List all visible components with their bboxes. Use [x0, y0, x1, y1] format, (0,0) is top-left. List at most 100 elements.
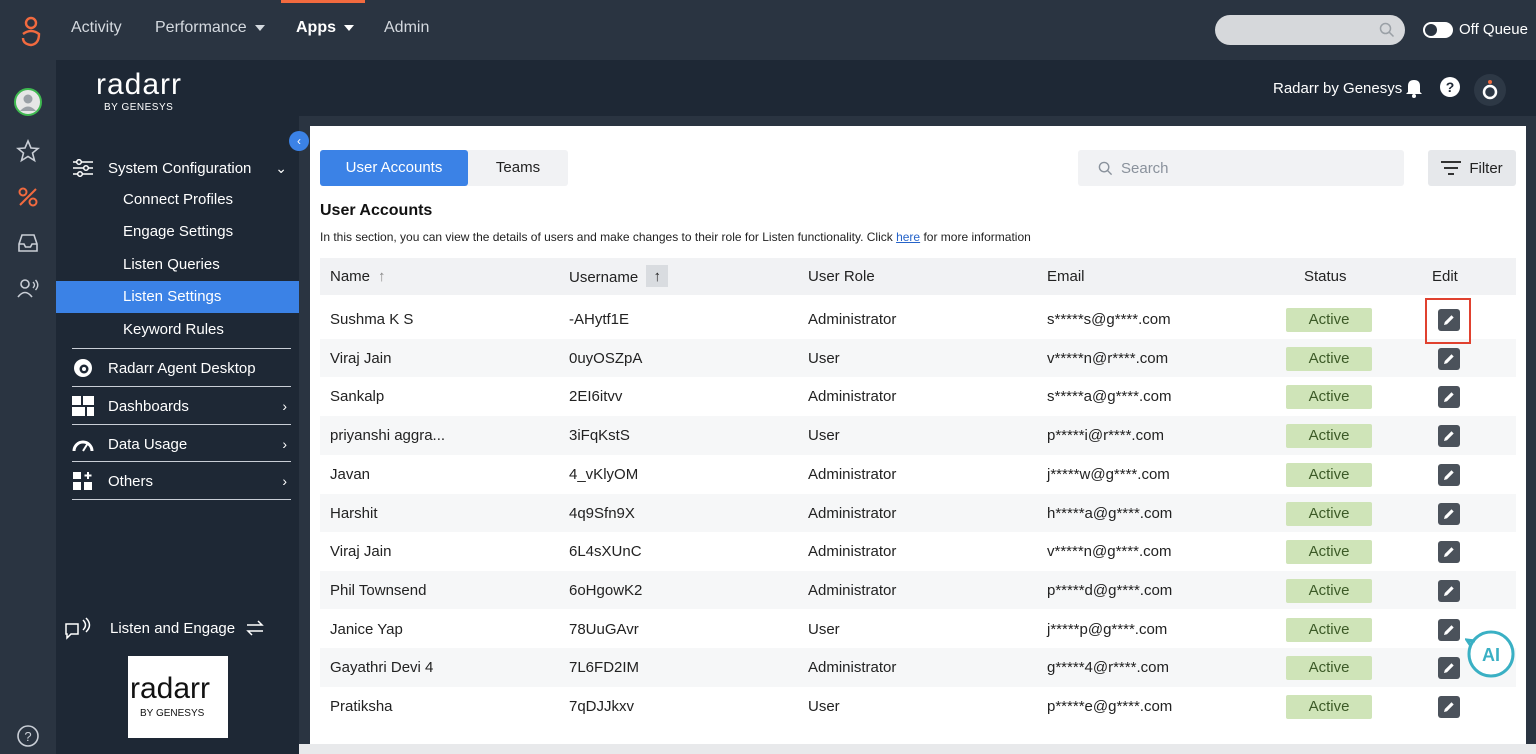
chevron-down-icon: ⌄ [275, 159, 287, 176]
nav-active-indicator [281, 0, 365, 3]
cell-username: 0uyOSZpA [569, 349, 643, 367]
listen-engage-icon [65, 617, 91, 640]
ai-assistant-icon[interactable]: AI [1465, 628, 1517, 680]
cell-username: 4_vKlyOM [569, 465, 639, 483]
header-title: Radarr by Genesys [1273, 80, 1403, 97]
search-input[interactable]: Search [1078, 150, 1404, 186]
table-row: Sankalp 2EI6itvv Administrator s*****a@g***… [320, 377, 1516, 416]
edit-button[interactable] [1438, 696, 1460, 718]
cell-user-role: Administrator [808, 543, 897, 561]
global-search-input[interactable] [1215, 15, 1405, 45]
avatar[interactable] [14, 88, 42, 116]
filter-button[interactable]: Filter [1428, 150, 1516, 186]
gauge-icon [72, 433, 94, 455]
status-badge: Active [1286, 462, 1372, 487]
apps-plus-icon [72, 470, 94, 492]
help-circle-icon[interactable]: ? [1439, 76, 1461, 98]
edit-button[interactable] [1438, 425, 1460, 448]
listen-engage-switcher[interactable]: Listen and Engage [64, 616, 265, 640]
tab-teams[interactable]: Teams [468, 150, 568, 186]
sidebar-dashboards[interactable]: Dashboards › [72, 394, 291, 418]
cell-email: j*****w@g****.com [1047, 465, 1170, 483]
column-edit-label: Edit [1432, 268, 1458, 285]
sidebar-others[interactable]: Others › [72, 469, 291, 493]
edit-button[interactable] [1438, 502, 1460, 525]
cell-username: 2EI6itvv [569, 388, 623, 406]
edit-button[interactable] [1438, 657, 1460, 680]
sidebar-item-engage-settings[interactable]: Engage Settings [56, 216, 299, 248]
chevron-down-icon [254, 25, 265, 31]
edit-button[interactable] [1438, 463, 1460, 486]
inbox-icon[interactable] [16, 231, 40, 255]
star-icon[interactable] [16, 139, 40, 163]
sidebar-item-listen-queries[interactable]: Listen Queries [56, 249, 299, 281]
nav-activity[interactable]: Activity [71, 19, 122, 37]
user-avatar-icon[interactable] [1473, 73, 1507, 107]
status-badge: Active [1286, 346, 1372, 371]
edit-button[interactable] [1438, 541, 1460, 564]
column-role-label: User Role [808, 268, 875, 285]
collapse-sidebar-button[interactable]: ‹ [289, 131, 309, 151]
brand-by: BY GENESYS [104, 102, 174, 113]
cell-email: v*****n@g****.com [1047, 543, 1172, 561]
percent-icon[interactable] [16, 185, 40, 209]
edit-button[interactable] [1438, 618, 1460, 641]
sidebar-item-connect-profiles[interactable]: Connect Profiles [56, 184, 299, 216]
cell-name: priyanshi aggra... [330, 427, 446, 445]
bell-icon[interactable] [1403, 76, 1425, 98]
cell-name: Viraj Jain [330, 349, 392, 367]
cell-email: g*****4@r****.com [1047, 659, 1169, 677]
svg-text:?: ? [24, 729, 31, 744]
status-badge: Active [1286, 695, 1372, 719]
sidebar-agent-desktop[interactable]: Radarr Agent Desktop [72, 356, 291, 380]
cell-name: Sankalp [330, 388, 385, 406]
cell-user-role: Administrator [808, 388, 897, 406]
tab-user-accounts[interactable]: User Accounts [320, 150, 468, 186]
column-name[interactable]: Name ↑ [330, 268, 386, 285]
main-content: User Accounts Teams Search Filter User A… [310, 126, 1526, 754]
section-description: In this section, you can view the detail… [320, 230, 1031, 244]
pencil-icon [1444, 508, 1454, 519]
help-icon[interactable]: ? [16, 724, 40, 748]
sidebar-data-usage[interactable]: Data Usage › [72, 432, 291, 456]
edit-button[interactable] [1438, 579, 1460, 602]
pencil-icon [1444, 663, 1454, 674]
column-username[interactable]: Username ↑ [569, 265, 669, 287]
help-link[interactable]: here [896, 230, 920, 244]
brand-word: radarr [96, 68, 183, 101]
table-row: Harshit 4q9Sfn9X Administrator h*****a@g***… [320, 493, 1516, 533]
cell-email: p*****e@g****.com [1047, 698, 1173, 715]
edit-button[interactable] [1438, 386, 1460, 409]
horizontal-scrollbar[interactable] [299, 744, 1536, 754]
table-row: priyanshi aggra... 3iFqKstS User p*****i@r*… [320, 416, 1516, 455]
cell-user-role: User [808, 620, 840, 638]
filter-icon [1441, 161, 1462, 175]
table-row: Javan 4_vKlyOM Administrator j*****w@g****.… [320, 455, 1516, 494]
desc-text: In this section, you can view the detail… [320, 230, 897, 244]
sidebar-system-configuration[interactable]: System Configuration ⌄ [72, 156, 291, 180]
nav-performance[interactable]: Performance [155, 19, 265, 37]
cell-email: p*****d@g****.com [1047, 581, 1173, 599]
genesys-logo-icon[interactable] [18, 14, 44, 48]
status-badge: Active [1286, 424, 1372, 449]
nav-apps[interactable]: Apps [296, 19, 354, 37]
sidebar-divider [72, 424, 291, 425]
nav-admin[interactable]: Admin [384, 19, 429, 37]
app-sidebar: radarr BY GENESYS System Configuration ⌄… [56, 60, 299, 754]
user-voice-icon[interactable] [16, 276, 40, 300]
sidebar-divider [72, 386, 291, 387]
system-configuration-label: System Configuration [108, 159, 252, 177]
column-username-label: Username [569, 269, 639, 286]
cell-name: Harshit [330, 504, 378, 522]
table-row: Viraj Jain 0uyOSZpA User v*****n@r****.com A… [320, 338, 1516, 378]
sidebar-item-listen-settings[interactable]: Listen Settings [56, 281, 299, 313]
table-row: Sushma K S -AHytf1E Administrator s*****s@g… [320, 300, 1516, 339]
cell-name: Viraj Jain [330, 543, 392, 561]
sidebar-item-keyword-rules[interactable]: Keyword Rules [56, 314, 299, 346]
cell-email: s*****s@g****.com [1047, 311, 1171, 328]
radarr-logo: radarr BY GENESYS [96, 68, 182, 113]
cell-username: 3iFqKstS [569, 427, 630, 445]
edit-button[interactable] [1438, 347, 1460, 370]
queue-toggle[interactable] [1423, 22, 1453, 38]
cell-name: Janice Yap [330, 620, 403, 638]
